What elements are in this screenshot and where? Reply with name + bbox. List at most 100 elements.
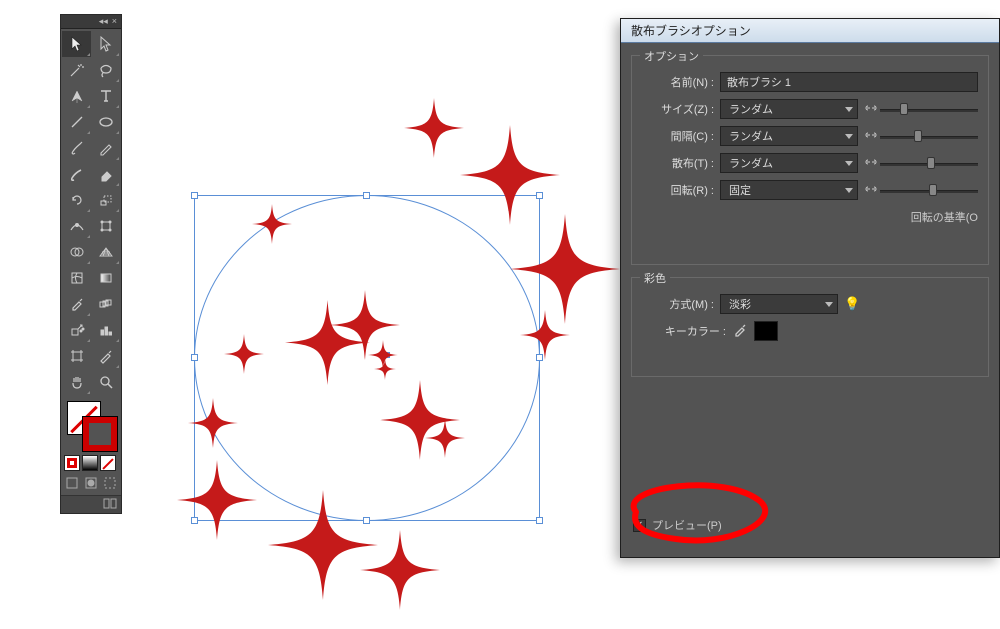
tools-panel: ◂◂ × (60, 14, 122, 514)
scatter-brush-options-dialog: 散布ブラシオプション オプション 名前(N) : サイズ(Z) : ランダム 間… (620, 18, 1000, 558)
line-segment-tool[interactable] (62, 109, 91, 135)
link-icon[interactable] (864, 101, 878, 118)
hand-tool[interactable] (62, 369, 91, 395)
size-select-value: ランダム (729, 101, 773, 117)
method-select[interactable]: 淡彩 (720, 294, 838, 314)
perspective-grid-tool[interactable] (91, 239, 120, 265)
options-group: オプション 名前(N) : サイズ(Z) : ランダム 間隔(C) : ランダム (631, 55, 989, 265)
tool-grid (61, 29, 121, 397)
color-mode-row (61, 453, 121, 473)
coloring-group: 彩色 方式(M) : 淡彩 💡 キーカラー : (631, 277, 989, 377)
column-graph-tool[interactable] (91, 317, 120, 343)
paintbrush-tool[interactable] (62, 135, 91, 161)
stroke-swatch[interactable] (83, 417, 117, 451)
eraser-tool[interactable] (91, 161, 120, 187)
artboard-tool[interactable] (62, 343, 91, 369)
width-tool[interactable] (62, 213, 91, 239)
blob-brush-tool[interactable] (62, 161, 91, 187)
collapse-panel-icon[interactable]: ◂◂ (99, 17, 108, 26)
method-select-value: 淡彩 (729, 296, 751, 312)
scatter-select[interactable]: ランダム (720, 153, 858, 173)
pen-tool[interactable] (62, 83, 91, 109)
size-slider[interactable] (880, 102, 978, 116)
draw-normal-icon[interactable] (64, 475, 81, 491)
mesh-tool[interactable] (62, 265, 91, 291)
slice-tool[interactable] (91, 343, 120, 369)
scatter-label: 散布(T) : (642, 155, 714, 171)
sparkle-shape (177, 460, 257, 540)
lasso-tool[interactable] (91, 57, 120, 83)
handle-middle-left[interactable] (191, 354, 198, 361)
rotation-select-value: 固定 (729, 182, 751, 198)
keycolor-label: キーカラー : (642, 323, 726, 339)
scatter-slider[interactable] (880, 156, 978, 170)
close-panel-icon[interactable]: × (112, 17, 117, 26)
draw-inside-icon[interactable] (101, 475, 118, 491)
expand-columns-icon[interactable] (103, 498, 117, 512)
fill-stroke-indicator[interactable] (61, 397, 121, 453)
rotation-basis-label: 回転の基準(O (911, 209, 978, 225)
keycolor-swatch[interactable] (754, 321, 778, 341)
sparkle-shape (268, 490, 378, 600)
sparkle-shape (224, 334, 264, 374)
color-mode-color[interactable] (64, 455, 80, 471)
dialog-title-bar[interactable]: 散布ブラシオプション (621, 19, 999, 43)
zoom-tool[interactable] (91, 369, 120, 395)
symbol-sprayer-tool[interactable] (62, 317, 91, 343)
link-icon[interactable] (864, 155, 878, 172)
free-transform-tool[interactable] (91, 213, 120, 239)
rotate-tool[interactable] (62, 187, 91, 213)
size-select[interactable]: ランダム (720, 99, 858, 119)
draw-behind-icon[interactable] (83, 475, 100, 491)
scale-tool[interactable] (91, 187, 120, 213)
tools-panel-header: ◂◂ × (61, 15, 121, 29)
eyedropper-icon[interactable] (732, 322, 748, 341)
handle-top-left[interactable] (191, 192, 198, 199)
chevron-down-icon (845, 161, 853, 166)
brush-name-input[interactable] (720, 72, 978, 92)
preview-row: ✓ プレビュー(P) (633, 517, 722, 533)
magic-wand-tool[interactable] (62, 57, 91, 83)
type-tool[interactable] (91, 83, 120, 109)
spacing-label: 間隔(C) : (642, 128, 714, 144)
preview-label: プレビュー(P) (652, 517, 722, 533)
selection-tool[interactable] (62, 31, 91, 57)
sparkle-shape (520, 310, 570, 360)
chevron-down-icon (825, 302, 833, 307)
coloring-group-title: 彩色 (640, 270, 670, 286)
link-icon[interactable] (864, 182, 878, 199)
chevron-down-icon (845, 134, 853, 139)
shape-builder-tool[interactable] (62, 239, 91, 265)
handle-bottom-right[interactable] (536, 517, 543, 524)
tools-footer (61, 495, 121, 513)
sparkle-shape (510, 214, 620, 324)
link-icon[interactable] (864, 128, 878, 145)
color-mode-gradient[interactable] (82, 455, 98, 471)
scatter-select-value: ランダム (729, 155, 773, 171)
options-group-title: オプション (640, 48, 703, 64)
sparkle-shape (425, 418, 465, 458)
method-label: 方式(M) : (642, 296, 714, 312)
sparkle-shape (374, 358, 396, 380)
blend-tool[interactable] (91, 291, 120, 317)
color-mode-none[interactable] (100, 455, 116, 471)
direct-selection-tool[interactable] (91, 31, 120, 57)
gradient-tool[interactable] (91, 265, 120, 291)
screen-mode-row (61, 473, 121, 495)
spacing-select[interactable]: ランダム (720, 126, 858, 146)
rotation-select[interactable]: 固定 (720, 180, 858, 200)
spacing-slider[interactable] (880, 129, 978, 143)
eyedropper-tool[interactable] (62, 291, 91, 317)
sparkle-shape (404, 98, 464, 158)
preview-checkbox[interactable]: ✓ (633, 519, 646, 532)
sparkle-shape (460, 125, 560, 225)
chevron-down-icon (845, 107, 853, 112)
handle-top-center[interactable] (363, 192, 370, 199)
sparkle-shape (252, 204, 292, 244)
hint-lightbulb-icon[interactable]: 💡 (844, 296, 860, 312)
chevron-down-icon (845, 188, 853, 193)
name-label: 名前(N) : (642, 74, 714, 90)
ellipse-tool[interactable] (91, 109, 120, 135)
rotation-slider[interactable] (880, 183, 978, 197)
pencil-tool[interactable] (91, 135, 120, 161)
